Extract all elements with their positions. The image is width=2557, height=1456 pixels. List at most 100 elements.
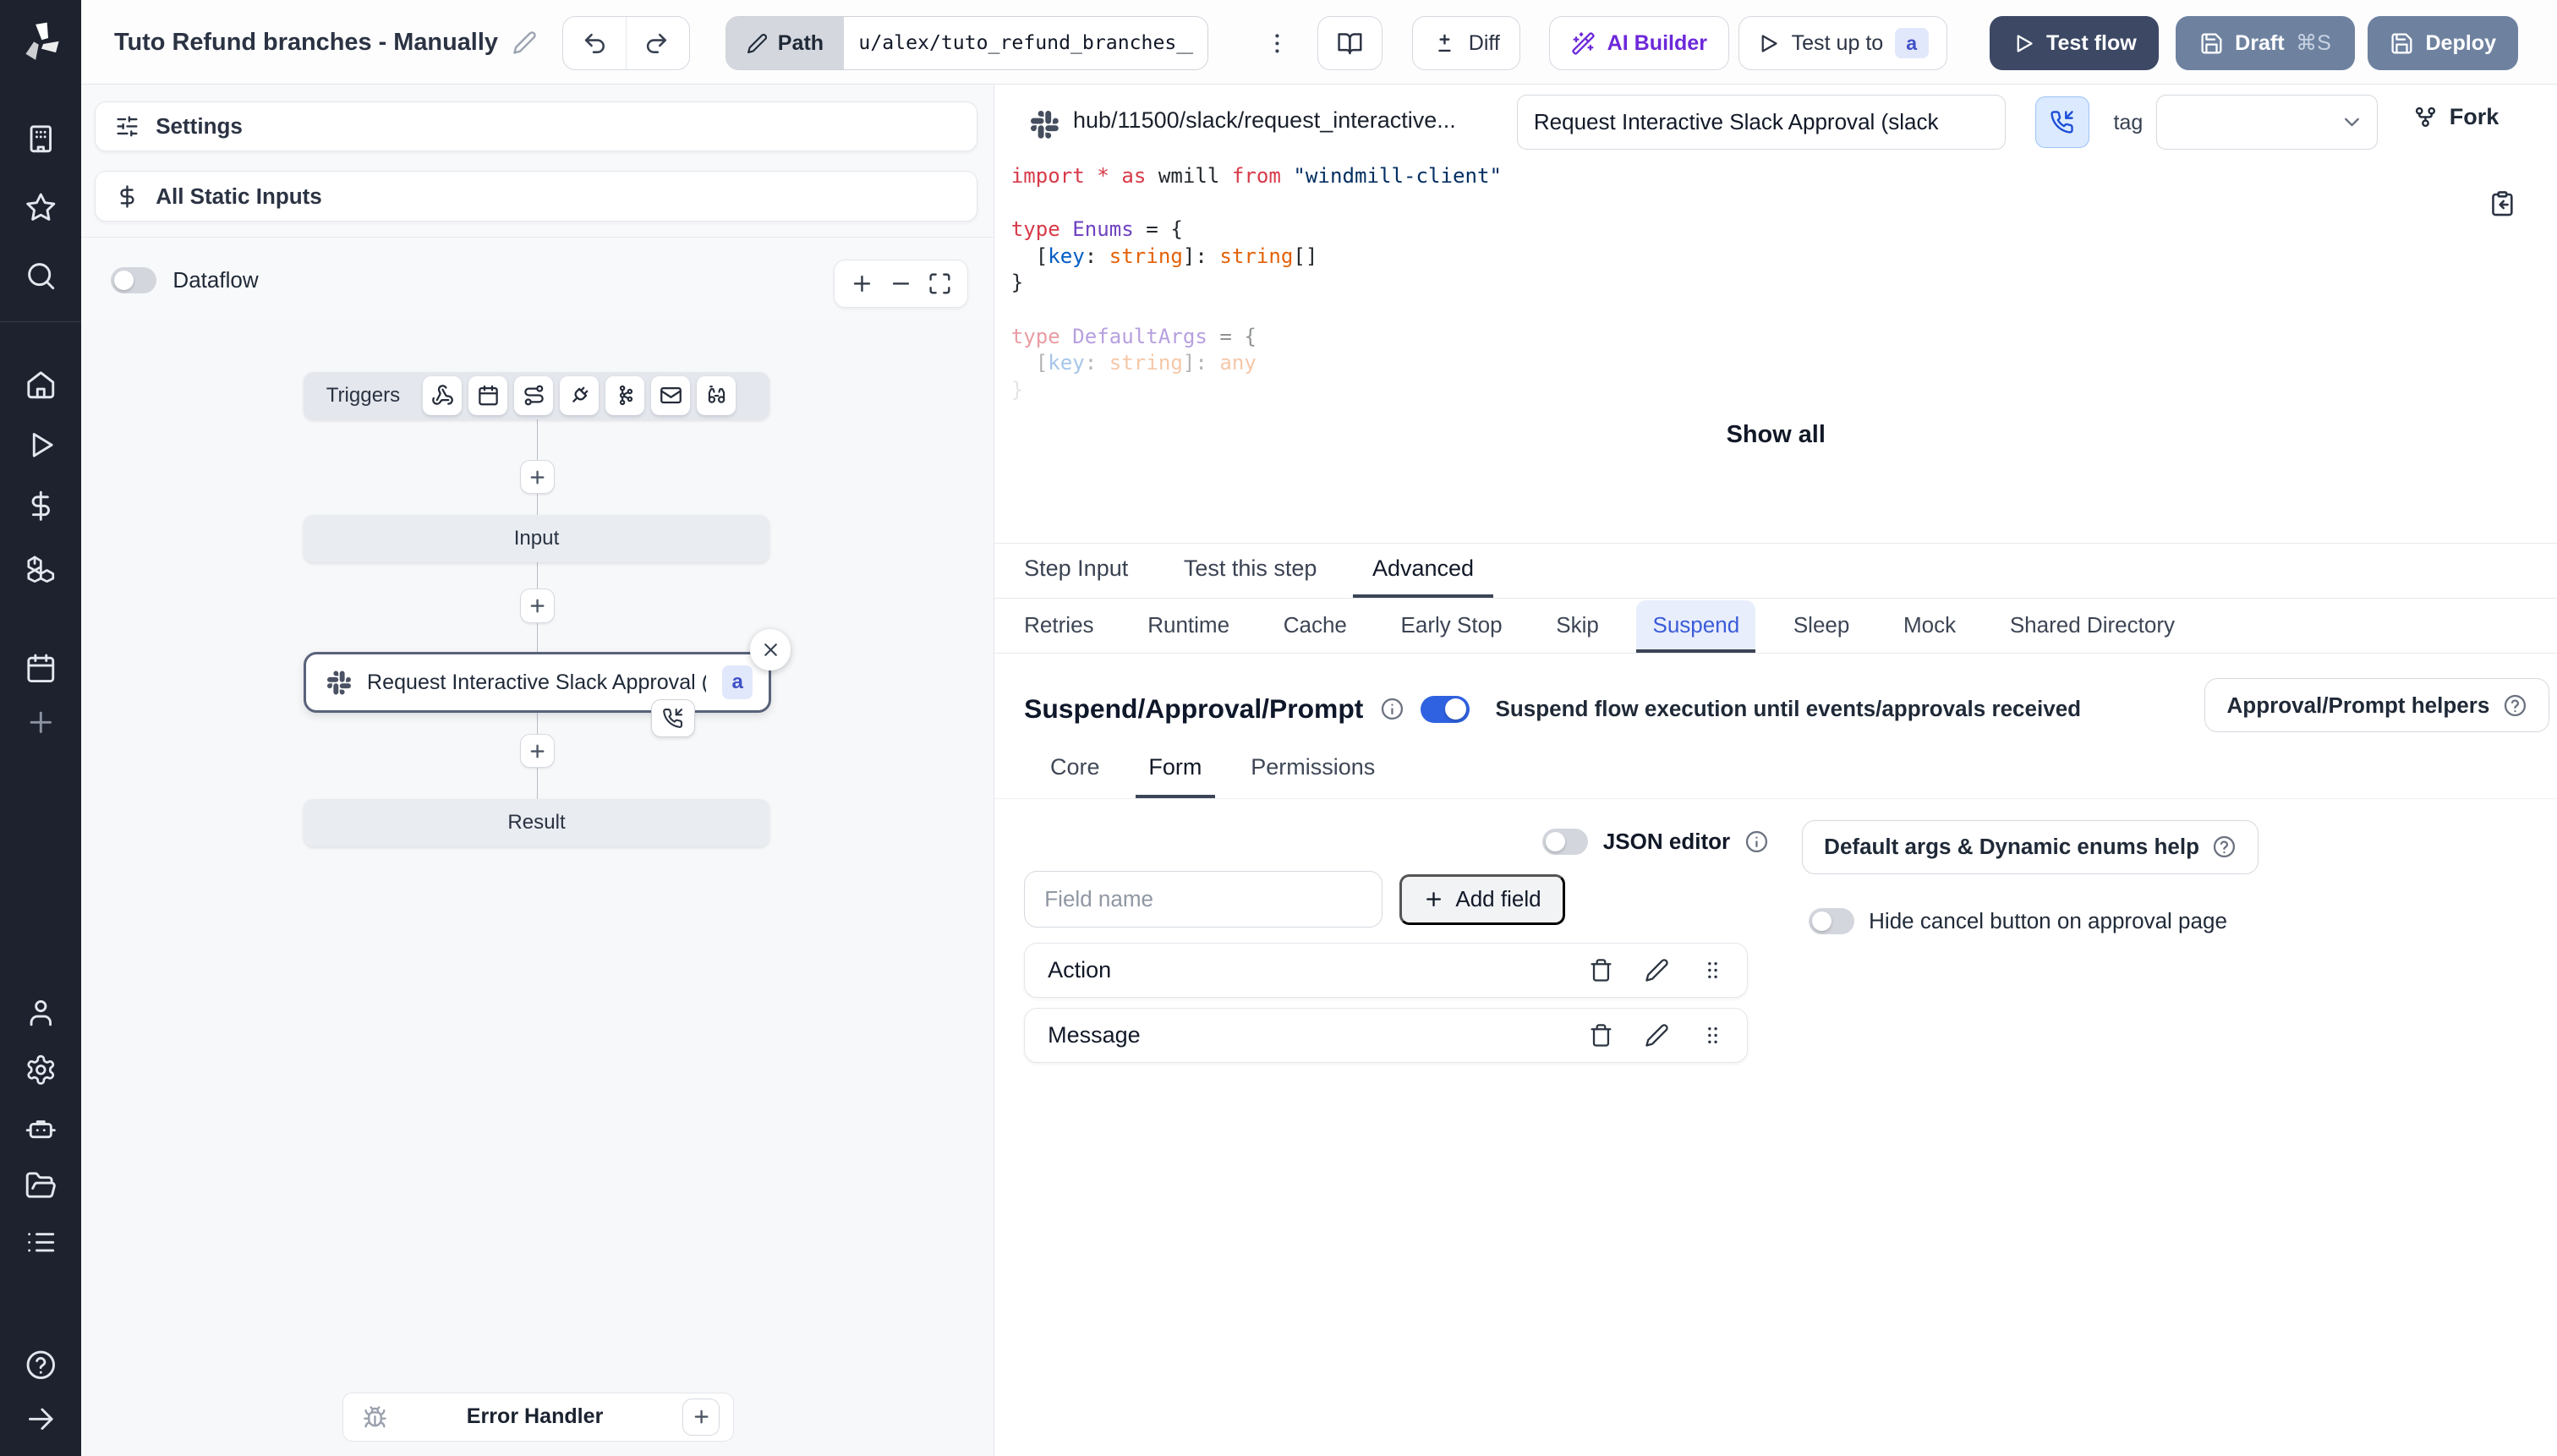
ai-bot-icon[interactable] — [25, 1112, 57, 1145]
zoom-in-icon[interactable] — [850, 271, 874, 296]
fit-view-icon[interactable] — [928, 271, 952, 296]
delete-step-x-button[interactable] — [750, 629, 791, 671]
tab-core[interactable]: Core — [1050, 741, 1100, 798]
more-options-kebab-icon[interactable] — [1259, 16, 1295, 70]
deploy-button[interactable]: Deploy — [2368, 16, 2518, 70]
suspend-phone-incoming-button[interactable] — [2034, 96, 2089, 149]
tab-step-input[interactable]: Step Input — [1024, 544, 1128, 598]
help-circle-icon[interactable] — [25, 1349, 57, 1382]
result-node[interactable]: Result — [303, 798, 770, 846]
path-input[interactable] — [844, 17, 1208, 69]
flow-graph-canvas[interactable]: Triggers Input Request Interactive Slack… — [81, 319, 994, 1456]
form-field-row[interactable]: Action — [1024, 942, 1749, 999]
websocket-plug-trigger-icon[interactable] — [560, 375, 600, 415]
zoom-out-icon[interactable] — [889, 271, 913, 296]
list-icon[interactable] — [25, 1226, 57, 1259]
tab-sleep[interactable]: Sleep — [1793, 600, 1850, 654]
triggers-node[interactable]: Triggers — [303, 371, 770, 419]
folders-icon[interactable] — [25, 1169, 57, 1202]
variables-dollar-icon[interactable] — [25, 490, 57, 523]
flow-title: Tuto Refund branches - Manually — [114, 0, 537, 85]
workspace-icon[interactable] — [25, 123, 57, 156]
kafka-trigger-icon[interactable] — [605, 375, 645, 415]
edit-field-pencil-icon[interactable] — [1645, 1023, 1669, 1048]
test-flow-button[interactable]: Test flow — [1989, 16, 2160, 70]
diff-button[interactable]: Diff — [1412, 16, 1521, 70]
favorites-star-icon[interactable] — [25, 191, 57, 224]
error-handler-node[interactable]: Error Handler — [342, 1393, 734, 1442]
settings-gear-icon[interactable] — [25, 1054, 57, 1087]
edit-field-pencil-icon[interactable] — [1645, 958, 1669, 983]
form-field-row[interactable]: Message — [1024, 1007, 1749, 1064]
code-editor[interactable]: import * as wmill from "windmill-client"… — [1011, 163, 2536, 404]
add-error-handler-plus-button[interactable] — [682, 1398, 720, 1437]
info-icon[interactable] — [1380, 697, 1404, 721]
all-static-inputs-button[interactable]: All Static Inputs — [94, 171, 978, 222]
drag-grip-icon[interactable] — [1700, 1023, 1725, 1048]
tab-shared-directory[interactable]: Shared Directory — [2010, 600, 2175, 654]
email-trigger-icon[interactable] — [651, 375, 691, 415]
fork-button[interactable]: Fork — [2413, 104, 2499, 130]
add-plus-icon[interactable] — [25, 706, 57, 739]
hide-cancel-toggle[interactable] — [1808, 908, 1854, 935]
step-summary-input[interactable] — [1516, 94, 2007, 151]
search-icon[interactable] — [25, 260, 57, 293]
tab-advanced[interactable]: Advanced — [1352, 544, 1494, 598]
suspend-detail-tabs: Core Form Permissions — [994, 741, 2557, 799]
show-all-button[interactable]: Show all — [994, 421, 2557, 449]
tab-mock[interactable]: Mock — [1903, 600, 1956, 654]
flow-settings-button[interactable]: Settings — [94, 101, 978, 152]
redo-button[interactable] — [625, 17, 687, 69]
field-name-input[interactable] — [1024, 870, 1383, 928]
undo-button[interactable] — [563, 17, 625, 69]
collapse-arrow-right-icon[interactable] — [25, 1403, 57, 1436]
info-icon[interactable] — [1744, 829, 1769, 854]
http-route-trigger-icon[interactable] — [514, 375, 554, 415]
delete-field-trash-icon[interactable] — [1589, 1023, 1613, 1048]
windmill-logo-icon[interactable] — [18, 19, 63, 65]
add-field-button[interactable]: Add field — [1399, 873, 1565, 925]
tab-retries[interactable]: Retries — [1024, 600, 1093, 654]
resources-boxes-icon[interactable] — [24, 551, 57, 584]
approval-prompt-helpers-button[interactable]: Approval/Prompt helpers — [2204, 678, 2549, 732]
runs-play-icon[interactable] — [25, 429, 57, 462]
suspend-phone-incoming-badge[interactable] — [650, 699, 695, 737]
tab-permissions[interactable]: Permissions — [1251, 741, 1375, 798]
webhook-trigger-icon[interactable] — [423, 375, 463, 415]
tab-suspend[interactable]: Suspend — [1636, 599, 1756, 654]
draft-button[interactable]: Draft ⌘S — [2175, 16, 2355, 70]
tab-test-this-step[interactable]: Test this step — [1184, 544, 1317, 598]
schedule-trigger-icon[interactable] — [468, 375, 508, 415]
suspend-title: Suspend/Approval/Prompt — [1024, 693, 1364, 725]
poll-binoculars-trigger-icon[interactable] — [697, 375, 736, 415]
json-editor-toggle[interactable] — [1542, 828, 1589, 855]
tab-form[interactable]: Form — [1135, 741, 1215, 798]
insert-step-plus-button[interactable] — [520, 588, 555, 623]
ai-builder-button[interactable]: AI Builder — [1549, 16, 1730, 70]
input-node[interactable]: Input — [303, 515, 770, 563]
default-args-help-button[interactable]: Default args & Dynamic enums help — [1802, 820, 2259, 874]
slack-approval-step-node[interactable]: Request Interactive Slack Approval (... … — [303, 652, 772, 713]
tab-cache[interactable]: Cache — [1284, 600, 1347, 654]
path-label: Path — [726, 17, 845, 69]
tag-select[interactable] — [2155, 94, 2378, 151]
test-up-to-button[interactable]: Test up to a — [1738, 16, 1947, 70]
insert-step-plus-button[interactable] — [520, 733, 555, 769]
suspend-enabled-toggle[interactable] — [1420, 695, 1470, 724]
step-id-badge: a — [722, 665, 753, 700]
delete-field-trash-icon[interactable] — [1589, 958, 1613, 983]
hub-script-path[interactable]: hub/11500/slack/request_interactive... — [1073, 107, 1456, 134]
clipboard-paste-icon[interactable] — [2489, 189, 2516, 217]
docs-book-button[interactable] — [1317, 16, 1383, 70]
user-icon[interactable] — [25, 996, 57, 1029]
drag-grip-icon[interactable] — [1700, 958, 1725, 983]
schedules-calendar-icon[interactable] — [25, 652, 57, 685]
suspend-description: Suspend flow execution until events/appr… — [1495, 696, 2082, 722]
home-icon[interactable] — [25, 369, 57, 402]
tab-skip[interactable]: Skip — [1556, 600, 1599, 654]
tab-runtime[interactable]: Runtime — [1147, 600, 1229, 654]
insert-step-plus-button[interactable] — [520, 459, 555, 495]
dataflow-toggle[interactable] — [111, 267, 157, 294]
edit-title-pencil-icon[interactable] — [512, 30, 537, 55]
tab-early-stop[interactable]: Early Stop — [1401, 600, 1503, 654]
